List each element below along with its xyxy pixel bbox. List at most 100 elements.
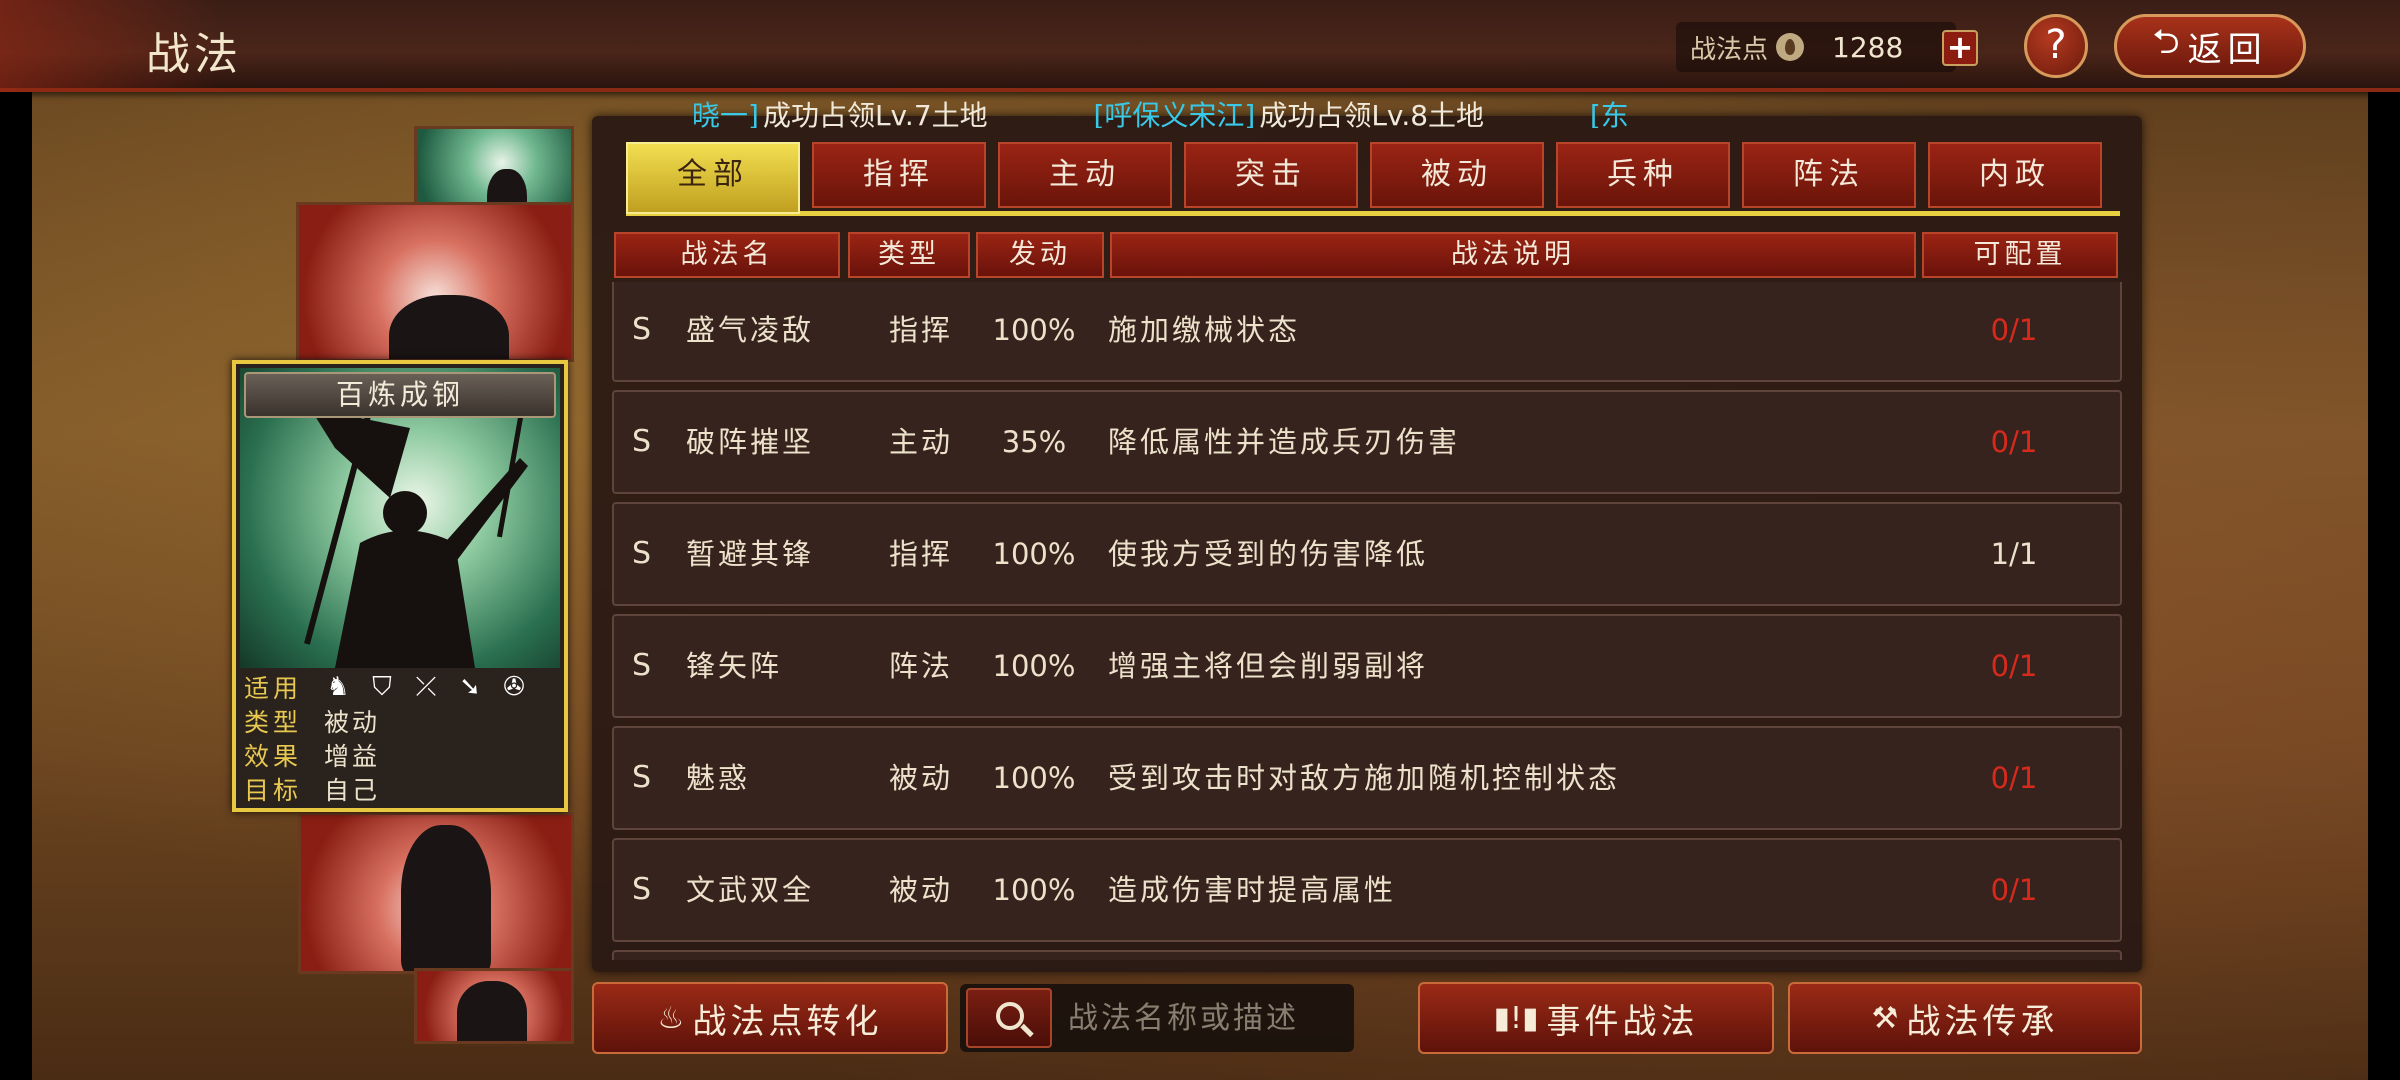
row-desc: 降低属性并造成兵刃伤害 (1108, 425, 1461, 459)
skill-info: 适用 ♞ ⛉ ⤫ ➘ ✇ 类型 被动 效果 增益 目标 自己 (244, 670, 556, 806)
tab-active[interactable]: 主动 (998, 142, 1172, 208)
row-type: 被动 (888, 873, 953, 907)
col-header-trigger[interactable]: 发动 (976, 232, 1104, 278)
row-grade: S (632, 312, 652, 347)
applies-label: 适用 (244, 674, 303, 703)
col-header-config[interactable]: 可配置 (1922, 232, 2118, 278)
type-value: 被动 (324, 708, 381, 737)
effect-value: 增益 (324, 742, 381, 771)
row-trigger: 100% (992, 649, 1076, 683)
ticker-name-1: 晓一] (692, 99, 759, 128)
type-label: 类型 (244, 708, 303, 737)
col-header-name[interactable]: 战法名 (614, 232, 840, 278)
tab-troop[interactable]: 兵种 (1556, 142, 1730, 208)
row-type: 阵法 (888, 649, 953, 683)
row-trigger: 35% (1001, 425, 1067, 459)
add-points-button[interactable]: + (1942, 30, 1978, 66)
skill-target-row: 目标 自己 (244, 772, 556, 806)
news-ticker: 晓一] 成功占领Lv.7土地 [呼保义宋江] 成功占领Lv.8土地 [东 (692, 94, 1712, 128)
search-button[interactable] (966, 988, 1052, 1048)
skill-applies-row: 适用 ♞ ⛉ ⤫ ➘ ✇ (244, 670, 556, 704)
row-config: 0/1 (1990, 761, 2038, 795)
table-row[interactable]: S 破阵摧坚 主动 35% 降低属性并造成兵刃伤害 0/1 (612, 390, 2122, 494)
row-desc: 造成伤害时提高属性 (1108, 873, 1397, 907)
tab-internal[interactable]: 内政 (1928, 142, 2102, 208)
table-row[interactable]: S 锋矢阵 阵法 100% 增强主将但会削弱副将 0/1 (612, 614, 2122, 718)
search-icon (996, 1002, 1024, 1030)
page-title: 战法 (146, 29, 242, 80)
row-trigger: 100% (992, 873, 1076, 907)
skill-table: S 盛气凌敌 指挥 100% 施加缴械状态 0/1 S 破阵摧坚 主动 35% … (612, 282, 2122, 960)
selected-skill-card[interactable]: 百炼成钢 适用 ♞ ⛉ ⤫ ➘ ✇ 类型 被动 效果 增益 目标 自己 (232, 360, 568, 812)
convert-points-label: 战法点转化 (692, 1001, 883, 1042)
table-row[interactable]: S 暂避其锋 指挥 100% 使我方受到的伤害降低 1/1 (612, 502, 2122, 606)
row-grade: S (632, 648, 652, 683)
row-type: 被动 (888, 761, 953, 795)
row-grade: S (632, 536, 652, 571)
row-config: 0/1 (1990, 649, 2038, 683)
search-input[interactable] (1068, 992, 1348, 1044)
back-button-label: 返回 (2187, 29, 2268, 70)
ticker-name-2: [呼保义宋江] (1093, 99, 1256, 128)
tab-assault[interactable]: 突击 (1184, 142, 1358, 208)
skill-effect-row: 效果 增益 (244, 738, 556, 772)
row-type: 主动 (888, 425, 953, 459)
ticker-name-3: [东 (1589, 99, 1629, 128)
row-trigger: 100% (992, 537, 1076, 571)
event-skills-button[interactable]: ▮!▮ 事件战法 (1418, 982, 1774, 1054)
row-desc: 增强主将但会削弱副将 (1108, 649, 1429, 683)
table-row[interactable]: S 魅惑 被动 100% 受到攻击时对敌方施加随机控制状态 0/1 (612, 726, 2122, 830)
table-row-partial[interactable] (612, 950, 2122, 960)
tab-command[interactable]: 指挥 (812, 142, 986, 208)
row-name: 破阵摧坚 (686, 425, 815, 459)
left-edge (0, 0, 32, 1080)
troop-icons: ♞ ⛉ ⤫ ➘ ✇ (324, 673, 528, 701)
tab-all[interactable]: 全部 (626, 142, 800, 214)
row-desc: 受到攻击时对敌方施加随机控制状态 (1108, 761, 1621, 795)
row-name: 文武双全 (686, 873, 815, 907)
row-type: 指挥 (888, 313, 953, 347)
skill-inherit-button[interactable]: ⚒ 战法传承 (1788, 982, 2142, 1054)
skill-points-display: 战法点 1288 (1676, 22, 1956, 72)
skill-points-value: 1288 (1832, 30, 1904, 64)
hammer-icon: ⚒ (1871, 1000, 1899, 1036)
cavalry-icon: ♞ (326, 672, 350, 702)
tab-formation[interactable]: 阵法 (1742, 142, 1916, 208)
row-config: 0/1 (1990, 425, 2038, 459)
skill-name: 百炼成钢 (244, 372, 556, 418)
archer-icon: ⤫ (415, 672, 437, 702)
row-config: 1/1 (1990, 537, 2038, 571)
target-value: 自己 (324, 776, 381, 805)
back-button[interactable]: ⮌ 返回 (2114, 14, 2306, 78)
stack-card-2[interactable] (296, 202, 574, 362)
card-silhouette (401, 825, 491, 971)
col-header-type[interactable]: 类型 (848, 232, 970, 278)
table-row[interactable]: S 盛气凌敌 指挥 100% 施加缴械状态 0/1 (612, 282, 2122, 382)
flame-icon: ♨ (657, 1000, 685, 1036)
row-grade: S (632, 424, 652, 459)
skill-points-label: 战法点 (1690, 34, 1769, 65)
row-name: 锋矢阵 (686, 649, 783, 683)
table-row[interactable]: S 文武双全 被动 100% 造成伤害时提高属性 0/1 (612, 838, 2122, 942)
row-name: 魅惑 (686, 761, 751, 795)
event-skills-label: 事件战法 (1546, 1001, 1699, 1042)
row-grade: S (632, 872, 652, 907)
row-trigger: 100% (992, 761, 1076, 795)
stack-card-bottom[interactable] (414, 968, 574, 1044)
help-button[interactable]: ? (2024, 14, 2088, 78)
card-silhouette (389, 295, 509, 359)
siege-icon: ✇ (503, 672, 525, 702)
row-config: 0/1 (1990, 313, 2038, 347)
stack-card-3[interactable] (298, 812, 574, 974)
effect-label: 效果 (244, 742, 303, 771)
convert-points-button[interactable]: ♨ 战法点转化 (592, 982, 948, 1054)
search-icon-handle (1020, 1023, 1034, 1038)
category-tabs: 全部 指挥 主动 突击 被动 兵种 阵法 内政 (626, 142, 2120, 216)
row-desc: 施加缴械状态 (1108, 313, 1301, 347)
ticker-text-2: 成功占领Lv.8土地 (1259, 99, 1485, 128)
row-name: 盛气凌敌 (686, 313, 815, 347)
tab-passive[interactable]: 被动 (1370, 142, 1544, 208)
row-trigger: 100% (992, 313, 1076, 347)
back-arrow-icon: ⮌ (2152, 21, 2180, 62)
right-edge (2368, 0, 2400, 1080)
